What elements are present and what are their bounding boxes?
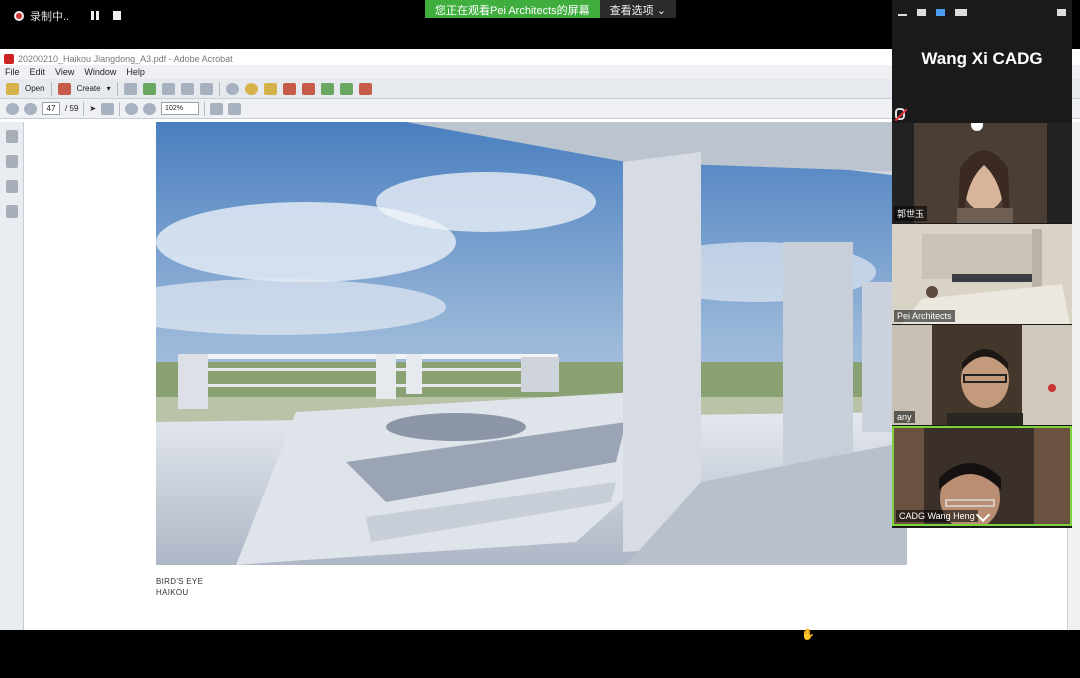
share-banner-text: 您正在观看Pei Architects的屏幕 bbox=[425, 0, 600, 18]
menu-help[interactable]: Help bbox=[126, 67, 145, 77]
create-button[interactable]: Create bbox=[77, 84, 101, 93]
participant-tile[interactable]: any bbox=[892, 325, 1072, 425]
pdf-icon bbox=[4, 53, 14, 64]
full-screen-icon[interactable] bbox=[228, 102, 242, 115]
next-page-icon[interactable] bbox=[24, 102, 37, 115]
menu-window[interactable]: Window bbox=[84, 67, 116, 77]
attachments-panel-icon[interactable] bbox=[5, 180, 18, 193]
window-title: 20200210_Haikou Jiangdong_A3.pdf - Adobe… bbox=[18, 53, 233, 64]
screen: 录制中.. 您正在观看Pei Architects的屏幕 查看选项 ⌄ 2020… bbox=[0, 0, 1080, 678]
toolbar-divider bbox=[218, 81, 220, 96]
toolbar-divider bbox=[83, 101, 85, 116]
hand-tool-icon[interactable] bbox=[101, 102, 115, 115]
select-tool-icon[interactable]: ➤ bbox=[89, 104, 96, 113]
participant-tile[interactable]: Pei Architects bbox=[892, 224, 1072, 324]
toolbar-divider bbox=[204, 101, 206, 116]
secure-icon[interactable] bbox=[282, 82, 296, 95]
birds-eye-rendering bbox=[156, 122, 907, 565]
record-dot-icon bbox=[14, 11, 24, 21]
view-options-button[interactable]: 查看选项 ⌄ bbox=[599, 0, 676, 18]
share-banner: 您正在观看Pei Architects的屏幕 查看选项 ⌄ bbox=[425, 0, 676, 18]
zoom-in-icon[interactable] bbox=[143, 102, 157, 115]
page-number-input[interactable]: 47 bbox=[42, 102, 60, 115]
upload-icon[interactable] bbox=[142, 82, 156, 95]
participant-name: any bbox=[894, 411, 915, 423]
caption-line-2: HAIKOU bbox=[156, 588, 189, 597]
menu-view[interactable]: View bbox=[55, 67, 74, 77]
hand-cursor-icon: ✋ bbox=[801, 629, 815, 641]
page-total: / 59 bbox=[65, 104, 79, 113]
toolbar-divider bbox=[116, 81, 118, 96]
rendering-image bbox=[156, 122, 907, 565]
participant-video bbox=[892, 224, 1072, 324]
slide-caption: BIRD'S EYE HAIKOU bbox=[156, 576, 203, 598]
minimize-icon[interactable] bbox=[898, 14, 907, 16]
redact-icon[interactable] bbox=[358, 82, 372, 95]
bookmarks-panel-icon[interactable] bbox=[5, 155, 18, 168]
zoom-out-icon[interactable] bbox=[125, 102, 139, 115]
participant-video bbox=[892, 325, 1072, 425]
gallery-view-icon[interactable] bbox=[936, 8, 945, 16]
settings-icon[interactable] bbox=[225, 82, 239, 95]
participant-name: Pei Architects bbox=[894, 310, 955, 322]
panel-toolbar bbox=[892, 0, 1072, 24]
participant-name: 郭世玉 bbox=[894, 206, 928, 221]
fit-page-icon[interactable] bbox=[210, 102, 224, 115]
create-dropdown-icon[interactable]: ▾ bbox=[107, 84, 111, 93]
signatures-panel-icon[interactable] bbox=[5, 205, 18, 218]
pause-recording-icon[interactable] bbox=[91, 11, 99, 20]
participant-tile-active[interactable]: CADG Wang Heng bbox=[892, 426, 1072, 526]
save-icon[interactable] bbox=[123, 82, 137, 95]
menu-file[interactable]: File bbox=[5, 67, 20, 77]
open-folder-icon bbox=[6, 82, 19, 95]
navigation-pane bbox=[0, 122, 24, 630]
mic-muted-icon bbox=[895, 108, 905, 120]
highlight-icon[interactable] bbox=[263, 82, 277, 95]
participant-name: CADG Wang Heng bbox=[896, 510, 978, 522]
email-icon[interactable] bbox=[199, 82, 213, 95]
create-pdf-icon bbox=[57, 82, 71, 95]
toolbar-divider bbox=[50, 81, 52, 96]
active-speaker-name: Wang Xi CADG bbox=[921, 49, 1043, 68]
zoom-level-select[interactable]: 102% bbox=[161, 102, 200, 115]
pages-panel-icon[interactable] bbox=[5, 130, 18, 143]
speaker-view-icon[interactable] bbox=[917, 8, 926, 16]
review-icon[interactable] bbox=[320, 82, 334, 95]
recording-indicator[interactable]: 录制中.. bbox=[14, 8, 69, 24]
menu-edit[interactable]: Edit bbox=[30, 67, 46, 77]
print-icon[interactable] bbox=[161, 82, 175, 95]
previous-page-icon[interactable] bbox=[6, 102, 19, 115]
caption-line-1: BIRD'S EYE bbox=[156, 577, 204, 586]
thumbnail-view-icon[interactable] bbox=[955, 8, 967, 16]
stop-recording-icon[interactable] bbox=[113, 11, 121, 20]
participant-tile[interactable]: 郭世玉 bbox=[892, 123, 1072, 223]
forms-icon[interactable] bbox=[339, 82, 353, 95]
recording-label: 录制中.. bbox=[30, 11, 70, 23]
video-panel: Wang Xi CADG 郭世玉 Pei Architects any CADG… bbox=[892, 0, 1072, 528]
toolbar-divider bbox=[119, 101, 121, 116]
open-button[interactable]: Open bbox=[25, 84, 45, 93]
comment-icon[interactable] bbox=[244, 82, 258, 95]
sign-icon[interactable] bbox=[301, 82, 315, 95]
edit-icon[interactable] bbox=[180, 82, 194, 95]
panel-options-icon[interactable] bbox=[1057, 8, 1066, 16]
